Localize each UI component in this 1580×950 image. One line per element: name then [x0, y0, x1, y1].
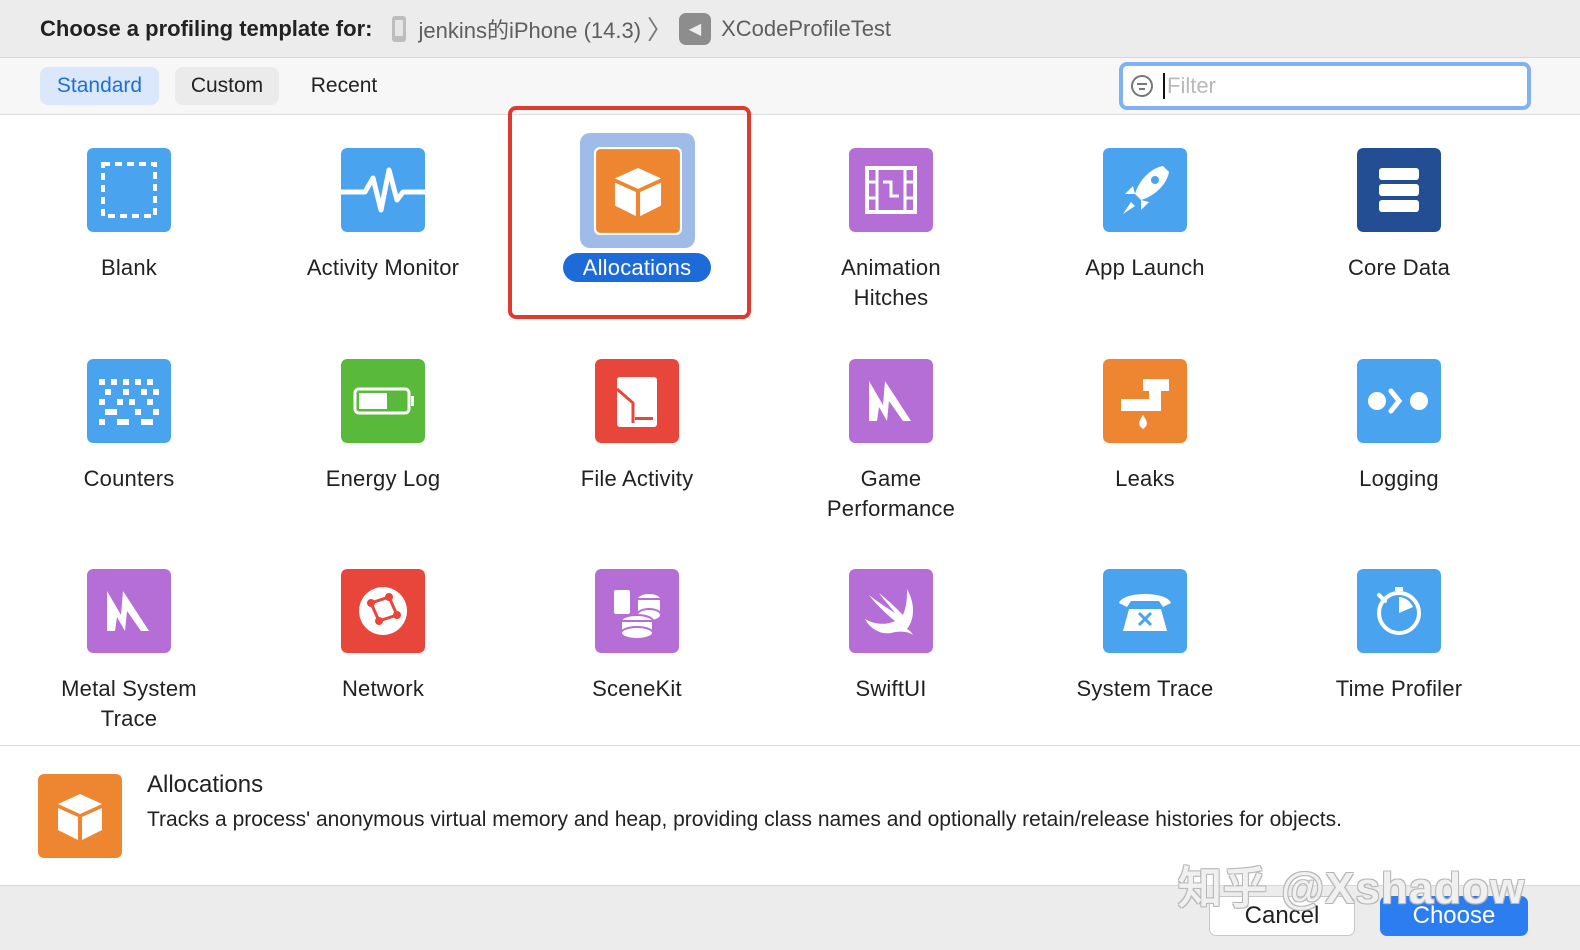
template-label: Network	[341, 676, 425, 701]
template-grid: Blank Activity Monitor Allocations Anima…	[0, 116, 1580, 746]
allocations-icon	[593, 146, 682, 235]
template-file-activity[interactable]: File Activity	[510, 327, 764, 537]
film-icon	[849, 148, 933, 232]
template-label: System Trace	[1076, 676, 1214, 701]
logging-icon	[1357, 359, 1441, 443]
filter-field[interactable]	[1119, 62, 1531, 110]
target-app-name[interactable]: XCodeProfileTest	[721, 16, 891, 42]
template-metal-system-trace[interactable]: Metal System Trace	[2, 537, 256, 747]
toolbar: Standard Custom Recent	[0, 58, 1580, 115]
watermark: 知乎 @Xshadow	[1178, 864, 1526, 913]
detail-title: Allocations	[147, 771, 264, 798]
template-logging[interactable]: Logging	[1272, 327, 1526, 537]
device-name[interactable]: jenkins的iPhone (14.3)	[418, 13, 641, 45]
battery-icon	[341, 359, 425, 443]
dialog-prompt: Choose a profiling template for:	[40, 15, 373, 41]
template-allocations[interactable]: Allocations	[510, 116, 764, 326]
template-leaks[interactable]: Leaks	[1018, 327, 1272, 537]
metal-icon	[87, 569, 171, 653]
template-game-performance[interactable]: Game Performance	[764, 327, 1018, 537]
detail-description: Tracks a process' anonymous virtual memo…	[147, 808, 1342, 831]
template-label: Core Data	[1347, 255, 1451, 280]
template-blank[interactable]: Blank	[2, 116, 256, 326]
network-icon	[341, 569, 425, 653]
rocket-icon	[1103, 148, 1187, 232]
swift-icon	[849, 569, 933, 653]
template-label: Game Performance	[826, 466, 956, 521]
filter-input[interactable]	[1165, 72, 1509, 100]
database-icon	[1357, 148, 1441, 232]
filter-icon	[1131, 75, 1153, 97]
title-bar: Choose a profiling template for: jenkins…	[0, 0, 1580, 58]
iphone-icon	[392, 15, 407, 42]
template-label: Blank	[100, 255, 158, 280]
template-label: Leaks	[1115, 466, 1175, 491]
breadcrumb-separator: 〉	[647, 15, 674, 45]
template-label: File Activity	[580, 466, 694, 491]
scenekit-icon	[595, 569, 679, 653]
template-label: Logging	[1359, 466, 1439, 491]
template-system-trace[interactable]: System Trace	[1018, 537, 1272, 747]
tab-recent[interactable]: Recent	[296, 67, 392, 105]
template-energy-log[interactable]: Energy Log	[256, 327, 510, 537]
telephone-icon	[1103, 569, 1187, 653]
faucet-icon	[1103, 359, 1187, 443]
template-counters[interactable]: Counters	[2, 327, 256, 537]
activity-monitor-icon	[341, 148, 425, 232]
allocations-icon	[38, 774, 122, 858]
template-time-profiler[interactable]: Time Profiler	[1272, 537, 1526, 747]
template-label: Energy Log	[325, 466, 441, 491]
template-label: App Launch	[1085, 255, 1205, 280]
template-app-launch[interactable]: App Launch	[1018, 116, 1272, 326]
template-label: Time Profiler	[1335, 676, 1463, 701]
template-label: SwiftUI	[855, 676, 927, 701]
selection-highlight	[580, 133, 695, 248]
template-label: SceneKit	[592, 676, 682, 701]
template-activity-monitor[interactable]: Activity Monitor	[256, 116, 510, 326]
stopwatch-icon	[1357, 569, 1441, 653]
template-label: Activity Monitor	[306, 255, 460, 280]
tab-custom[interactable]: Custom	[175, 67, 279, 105]
template-label: Counters	[83, 466, 175, 491]
tab-standard[interactable]: Standard	[40, 67, 159, 105]
counters-icon	[87, 359, 171, 443]
template-label: Metal System Trace	[61, 676, 197, 731]
file-activity-icon	[595, 359, 679, 443]
metal-icon	[849, 359, 933, 443]
template-label: Animation Hitches	[841, 255, 941, 310]
template-label: Allocations	[562, 253, 712, 282]
template-swiftui[interactable]: SwiftUI	[764, 537, 1018, 747]
template-core-data[interactable]: Core Data	[1272, 116, 1526, 326]
blank-icon	[87, 148, 171, 232]
xcode-app-icon: ◀	[679, 12, 712, 45]
template-scenekit[interactable]: SceneKit	[510, 537, 764, 747]
template-animation-hitches[interactable]: Animation Hitches	[764, 116, 1018, 326]
template-network[interactable]: Network	[256, 537, 510, 747]
